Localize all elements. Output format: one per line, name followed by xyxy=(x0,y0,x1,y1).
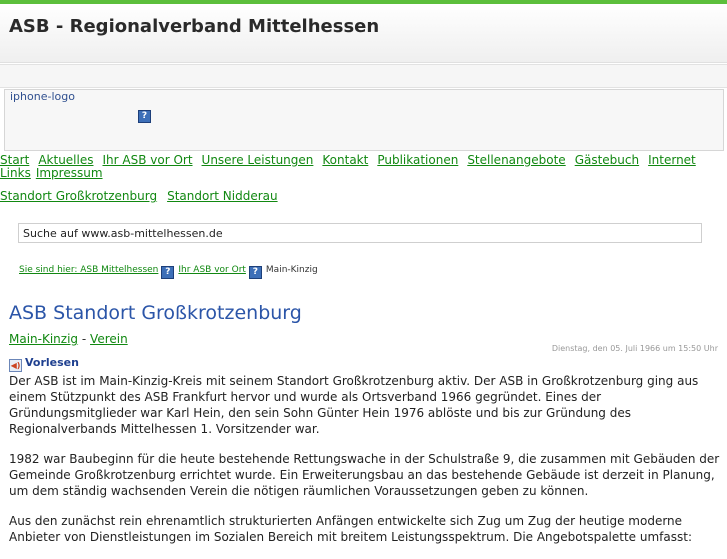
header-band xyxy=(0,64,727,88)
article-body: Der ASB ist im Main-Kinzig-Kreis mit sei… xyxy=(9,373,721,559)
nav-internet[interactable]: Internet xyxy=(648,153,696,167)
article-paragraph: Der ASB ist im Main-Kinzig-Kreis mit sei… xyxy=(9,374,699,436)
read-aloud-button[interactable]: ◀) Vorlesen xyxy=(9,356,79,372)
logo-alt-text[interactable]: iphone-logo xyxy=(10,90,75,103)
help-icon[interactable]: ? xyxy=(138,110,151,123)
nav-links[interactable]: Links xyxy=(0,166,31,180)
nav-gaestebuch[interactable]: Gästebuch xyxy=(575,153,639,167)
article-paragraph: Aus den zunächst rein ehrenamtlich struk… xyxy=(9,514,692,544)
article-paragraph: 1982 war Baubeginn für die heute bestehe… xyxy=(9,452,720,498)
tag-separator: - xyxy=(81,332,87,346)
subnav-nidderau[interactable]: Standort Nidderau xyxy=(167,189,278,203)
logo-area: iphone-logo ? xyxy=(4,89,724,151)
breadcrumb: Sie sind hier: ASB Mittelhessen? Ihr ASB … xyxy=(19,265,318,279)
nav-unsere-leistungen[interactable]: Unsere Leistungen xyxy=(202,153,314,167)
article-title: ASB Standort Großkrotzenburg xyxy=(9,302,302,324)
site-header: ASB - Regionalverband Mittelhessen xyxy=(0,4,727,63)
search-input[interactable] xyxy=(18,223,702,243)
tag-main-kinzig[interactable]: Main-Kinzig xyxy=(9,332,78,346)
article-tags: Main-Kinzig - Verein xyxy=(9,332,128,346)
breadcrumb-ihr-asb-vor-ort[interactable]: Ihr ASB vor Ort xyxy=(178,265,246,275)
nav-start[interactable]: Start xyxy=(0,153,29,167)
breadcrumb-current: Main-Kinzig xyxy=(265,265,318,275)
article-date: Dienstag, den 05. Juli 1966 um 15:50 Uhr xyxy=(551,344,718,353)
nav-publikationen[interactable]: Publikationen xyxy=(377,153,458,167)
read-aloud-label: Vorlesen xyxy=(25,356,79,369)
nav-aktuelles[interactable]: Aktuelles xyxy=(38,153,93,167)
subnav-grosskrotzenburg[interactable]: Standort Großkrotzenburg xyxy=(0,189,157,203)
sub-navigation: Standort Großkrotzenburg Standort Niddera… xyxy=(0,189,288,203)
nav-stellenangebote[interactable]: Stellenangebote xyxy=(467,153,565,167)
site-title: ASB - Regionalverband Mittelhessen xyxy=(9,16,380,37)
breadcrumb-separator-icon: ? xyxy=(161,266,175,279)
nav-kontakt[interactable]: Kontakt xyxy=(322,153,368,167)
breadcrumb-separator-icon: ? xyxy=(248,266,262,279)
main-navigation: Start Aktuelles Ihr ASB vor Ort Unsere Leis… xyxy=(0,154,727,180)
breadcrumb-asb-mittelhessen[interactable]: Sie sind hier: ASB Mittelhessen xyxy=(19,265,158,275)
speaker-icon: ◀) xyxy=(9,359,22,372)
nav-impressum[interactable]: Impressum xyxy=(36,166,103,180)
tag-verein[interactable]: Verein xyxy=(90,332,128,346)
nav-ihr-asb-vor-ort[interactable]: Ihr ASB vor Ort xyxy=(102,153,192,167)
